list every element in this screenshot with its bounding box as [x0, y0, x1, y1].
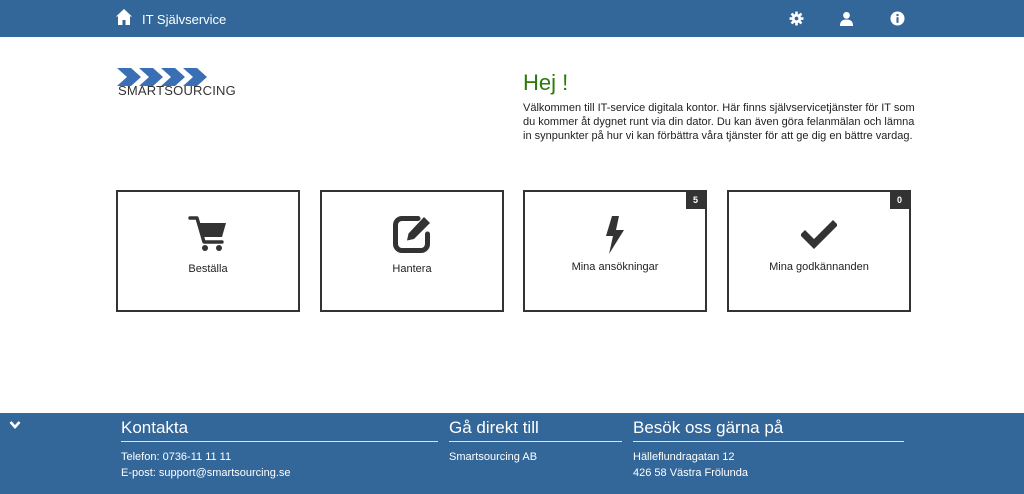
footer: Kontakta Telefon: 0736-11 11 11 E-post: … [0, 413, 1024, 494]
chevron-down-icon[interactable] [9, 420, 21, 430]
info-icon[interactable] [890, 11, 905, 26]
tile-my-approvals[interactable]: 0 Mina godkännanden [727, 190, 911, 312]
greeting-heading: Hej ! [523, 70, 569, 95]
footer-heading: Besök oss gärna på [633, 413, 904, 442]
home-icon[interactable] [115, 8, 133, 26]
logo-text: SMARTSOURCING [118, 83, 236, 98]
tile-order[interactable]: Beställa [116, 190, 300, 312]
edit-icon [393, 216, 430, 253]
contact-email: E-post: support@smartsourcing.se [121, 467, 291, 479]
shopping-cart-icon [188, 216, 226, 251]
tile-label: Beställa [188, 263, 228, 275]
gear-icon[interactable] [789, 11, 804, 26]
tile-manage[interactable]: Hantera [320, 190, 504, 312]
address-city: 426 58 Västra Frölunda [633, 467, 748, 479]
tile-label: Hantera [392, 263, 432, 275]
address-street: Hälleflundragatan 12 [633, 451, 735, 463]
footer-visit: Besök oss gärna på Hälleflundragatan 12 … [633, 413, 904, 481]
app-title[interactable]: IT Självservice [142, 12, 226, 27]
footer-heading: Kontakta [121, 413, 438, 442]
welcome-text: Välkommen till IT-service digitala konto… [523, 102, 915, 143]
count-badge: 0 [890, 192, 909, 209]
lightning-bolt-icon [606, 216, 624, 254]
contact-phone: Telefon: 0736-11 11 11 [121, 451, 232, 463]
tile-label: Mina ansökningar [571, 261, 659, 273]
user-icon[interactable] [839, 11, 854, 26]
footer-heading: Gå direkt till [449, 413, 622, 442]
footer-direct: Gå direkt till Smartsourcing AB [449, 413, 622, 465]
checkmark-icon [801, 220, 837, 249]
top-bar: IT Självservice [0, 0, 1024, 37]
count-badge: 5 [686, 192, 705, 209]
tile-label: Mina godkännanden [769, 261, 869, 273]
tile-my-applications[interactable]: 5 Mina ansökningar [523, 190, 707, 312]
smartsourcing-link[interactable]: Smartsourcing AB [449, 449, 622, 465]
footer-contact: Kontakta Telefon: 0736-11 11 11 E-post: … [121, 413, 438, 481]
